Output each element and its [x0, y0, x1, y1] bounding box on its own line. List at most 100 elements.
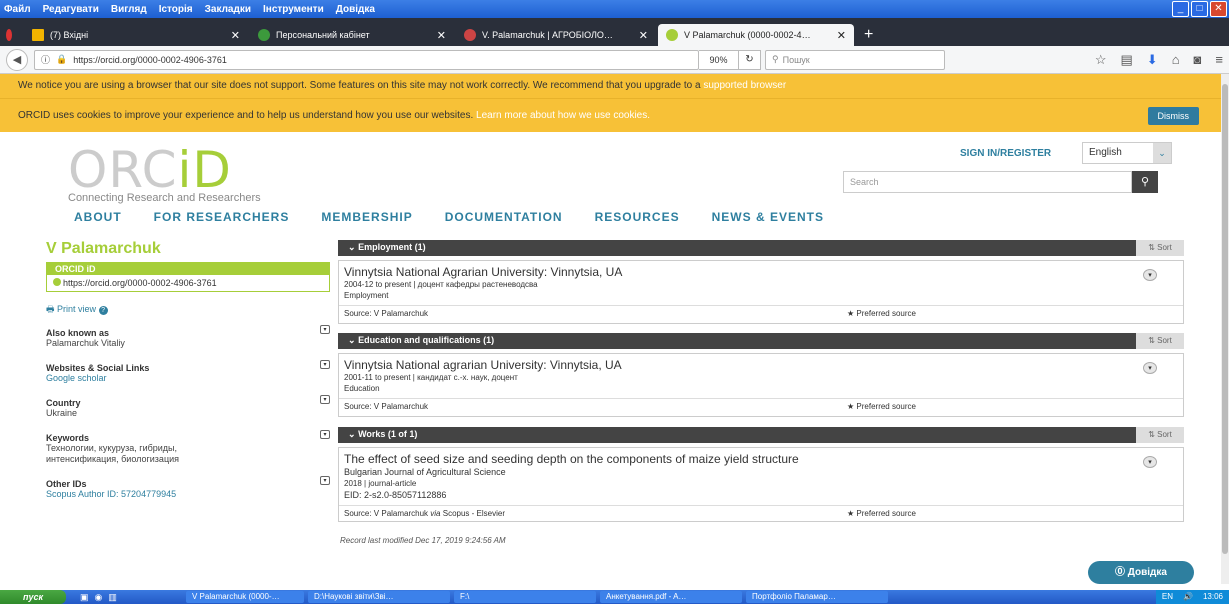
task-firefox[interactable]: V Palamarchuk (0000-… [186, 591, 304, 603]
tab-researchgate[interactable]: V. Palamarchuk | АГРОБІОЛО… ✕ [456, 24, 656, 46]
language-indicator[interactable]: EN [1162, 590, 1173, 604]
employment-org: Vinnytsia National Agrarian University: … [344, 265, 623, 279]
task-pdf[interactable]: Анкетування.pdf - A… [600, 591, 742, 603]
employment-header[interactable]: ⌄ Employment (1) ⇅ Sort [338, 240, 1184, 256]
help-icon[interactable]: ? [98, 306, 108, 315]
menu-edit[interactable]: Редагувати [43, 4, 99, 15]
nav-membership[interactable]: MEMBERSHIP [321, 210, 412, 224]
language-value: English [1089, 147, 1122, 158]
url-bar[interactable]: ⓘ 🔒 https://orcid.org/0000-0002-4906-376… [34, 49, 699, 70]
info-icon[interactable]: ⓘ [41, 53, 50, 66]
expand-details-icon[interactable]: ▾ [1143, 456, 1157, 468]
window-controls: _ □ ✕ [1172, 1, 1227, 17]
reload-button[interactable]: ↻ [739, 49, 761, 70]
site-search-input[interactable]: Search [843, 171, 1132, 193]
navigation-bar: ◀ ⓘ 🔒 https://orcid.org/0000-0002-4906-3… [0, 46, 1229, 74]
scrollbar-thumb[interactable] [1222, 84, 1228, 554]
tab-orcid[interactable]: V Palamarchuk (0000-0002-4… ✕ [658, 24, 854, 46]
tab-cabinet[interactable]: Персональний кабінет ✕ [250, 24, 454, 46]
nav-for-researchers[interactable]: FOR RESEARCHERS [154, 210, 290, 224]
chevron-down-icon[interactable]: ▾ [320, 360, 330, 369]
websites-title: Websites & Social Links [46, 363, 150, 373]
orcid-logo[interactable]: ORCiD Connecting Research and Researcher… [68, 145, 261, 204]
print-view-link[interactable]: 🖶 Print view ? [46, 302, 330, 318]
preferred-label: Preferred source [856, 509, 916, 518]
close-tab-icon[interactable]: ✕ [631, 29, 648, 42]
start-button[interactable]: пуск [0, 590, 66, 604]
sort-button[interactable]: ⇅ Sort [1136, 333, 1184, 349]
search-icon: ⚲ [1140, 176, 1150, 188]
chevron-down-icon[interactable]: ▾ [320, 476, 330, 485]
works-header[interactable]: ⌄ Works (1 of 1) ⇅ Sort [338, 427, 1184, 443]
explorer-icon[interactable]: ▥ [108, 592, 117, 603]
chevron-down-icon[interactable]: ▾ [320, 325, 330, 334]
expand-details-icon[interactable]: ▾ [1143, 269, 1157, 281]
volume-icon[interactable]: 🔊 [1183, 590, 1193, 604]
browser-search-placeholder: Пошук [782, 54, 810, 65]
orcid-id-url[interactable]: https://orcid.org/0000-0002-4906-3761 [63, 278, 217, 288]
education-header[interactable]: ⌄ Education and qualifications (1) ⇅ Sor… [338, 333, 1184, 349]
close-tab-icon[interactable]: ✕ [829, 29, 846, 42]
menu-bookmarks[interactable]: Закладки [205, 4, 251, 15]
new-tab-button[interactable]: + [856, 24, 881, 46]
orcid-id-box: ORCID iD https://orcid.org/0000-0002-490… [46, 262, 330, 292]
preferred-label: Preferred source [856, 402, 916, 411]
firefox-icon[interactable]: ◉ [95, 592, 103, 603]
browser-search-input[interactable]: ⚲ Пошук [765, 49, 945, 70]
education-source: Source: V Palamarchuk ★ Preferred source [339, 398, 1183, 414]
task-portfolio[interactable]: Портфоліо Паламар… [746, 591, 888, 603]
cookie-learn-more-link[interactable]: Learn more about how we use cookies. [476, 110, 650, 121]
main-nav: ABOUT FOR RESEARCHERS MEMBERSHIP DOCUMEN… [74, 210, 856, 224]
chevron-down-icon[interactable]: ▾ [320, 430, 330, 439]
zoom-level[interactable]: 90% [699, 49, 739, 70]
employment-title: Employment (1) [358, 242, 426, 252]
profile-sidebar: V Palamarchuk ORCID iD https://orcid.org… [40, 240, 330, 500]
signin-register-link[interactable]: SIGN IN/REGISTER [960, 148, 1051, 159]
maximize-icon[interactable]: □ [1191, 1, 1208, 17]
nav-about[interactable]: ABOUT [74, 210, 122, 224]
menu-file[interactable]: Файл [4, 4, 31, 15]
menu-icon[interactable]: ≡ [1215, 52, 1223, 68]
minimize-icon[interactable]: _ [1172, 1, 1189, 17]
pocket-icon[interactable]: ◙ [1194, 52, 1202, 68]
task-folder-reports[interactable]: D:\Наукові звіти\Зві… [308, 591, 450, 603]
chevron-down-icon[interactable]: ▾ [320, 395, 330, 404]
dismiss-button[interactable]: Dismiss [1147, 107, 1199, 125]
show-desktop-icon[interactable]: ▣ [80, 592, 89, 603]
close-tab-icon[interactable]: ✕ [429, 29, 446, 42]
help-label: Довідка [1127, 567, 1167, 578]
help-button[interactable]: ⓪ Довідка [1088, 561, 1194, 584]
nav-news-events[interactable]: NEWS & EVENTS [712, 210, 824, 224]
close-window-icon[interactable]: ✕ [1210, 1, 1227, 17]
orcid-badge-icon [53, 278, 61, 286]
supported-browser-link[interactable]: supported browser [703, 80, 786, 91]
back-button[interactable]: ◀ [6, 48, 28, 71]
download-icon[interactable]: ⬇ [1147, 52, 1158, 68]
language-select[interactable]: English ⌄ [1082, 142, 1172, 164]
close-tab-icon[interactable]: ✕ [223, 29, 240, 42]
expand-details-icon[interactable]: ▾ [1143, 362, 1157, 374]
sort-button[interactable]: ⇅ Sort [1136, 427, 1184, 443]
tab-inbox[interactable]: (7) Вхідні ✕ [24, 24, 248, 46]
nav-documentation[interactable]: DOCUMENTATION [445, 210, 563, 224]
bookmark-star-icon[interactable]: ☆ [1095, 52, 1107, 68]
scopus-id-link[interactable]: Scopus Author ID: 57204779945 [46, 489, 330, 500]
google-scholar-link[interactable]: Google scholar [46, 373, 330, 384]
work-journal: Bulgarian Journal of Agricultural Scienc… [344, 467, 506, 477]
scrollbar[interactable] [1221, 74, 1229, 584]
bookmarks-list-icon[interactable]: ▤ [1120, 52, 1132, 68]
print-icon: 🖶 [46, 304, 55, 314]
menu-help[interactable]: Довідка [336, 4, 375, 15]
clock: 13:06 [1202, 592, 1223, 601]
task-drive-f[interactable]: F:\ [454, 591, 596, 603]
sort-button[interactable]: ⇅ Sort [1136, 240, 1184, 256]
nav-resources[interactable]: RESOURCES [595, 210, 680, 224]
menu-tools[interactable]: Інструменти [263, 4, 324, 15]
source-text: Source: V Palamarchuk [344, 509, 429, 518]
menu-view[interactable]: Вигляд [111, 4, 147, 15]
pinned-tab[interactable] [2, 24, 22, 46]
search-button[interactable]: ⚲ [1132, 171, 1158, 193]
menu-history[interactable]: Історія [159, 4, 193, 15]
home-icon[interactable]: ⌂ [1172, 52, 1180, 68]
sort-icon: ⇅ [1148, 430, 1155, 439]
